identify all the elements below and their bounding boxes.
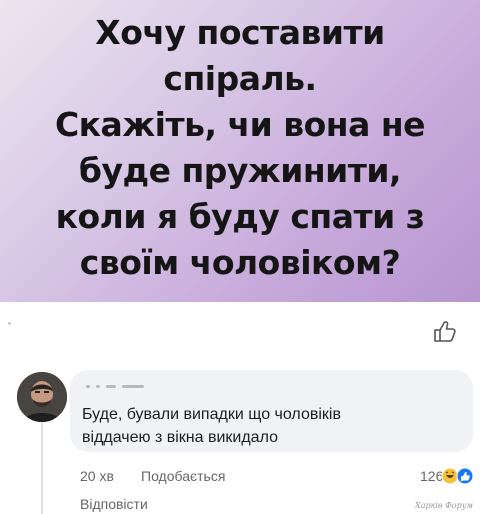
comment-text: Буде, бували випадки що чоловіків віддач…	[82, 406, 341, 446]
post-text: Хочу поставити спіраль. Скажіть, чи вона…	[54, 13, 426, 282]
thumbs-up-icon[interactable]	[432, 318, 458, 344]
reaction-count[interactable]: 126	[420, 468, 443, 484]
like-reaction-icon	[456, 467, 474, 485]
like-button[interactable]: Подобається	[141, 468, 225, 484]
avatar[interactable]	[17, 372, 67, 422]
reactions-icons[interactable]	[441, 467, 477, 485]
author-name-redacted[interactable]	[86, 380, 144, 392]
separator-dot	[8, 322, 11, 325]
reply-button[interactable]: Відповісти	[80, 496, 148, 512]
haha-reaction-icon	[441, 467, 459, 485]
comment-time[interactable]: 20 хв	[80, 468, 114, 484]
watermark: Харків Форум	[415, 501, 473, 510]
thread-line	[41, 418, 43, 514]
